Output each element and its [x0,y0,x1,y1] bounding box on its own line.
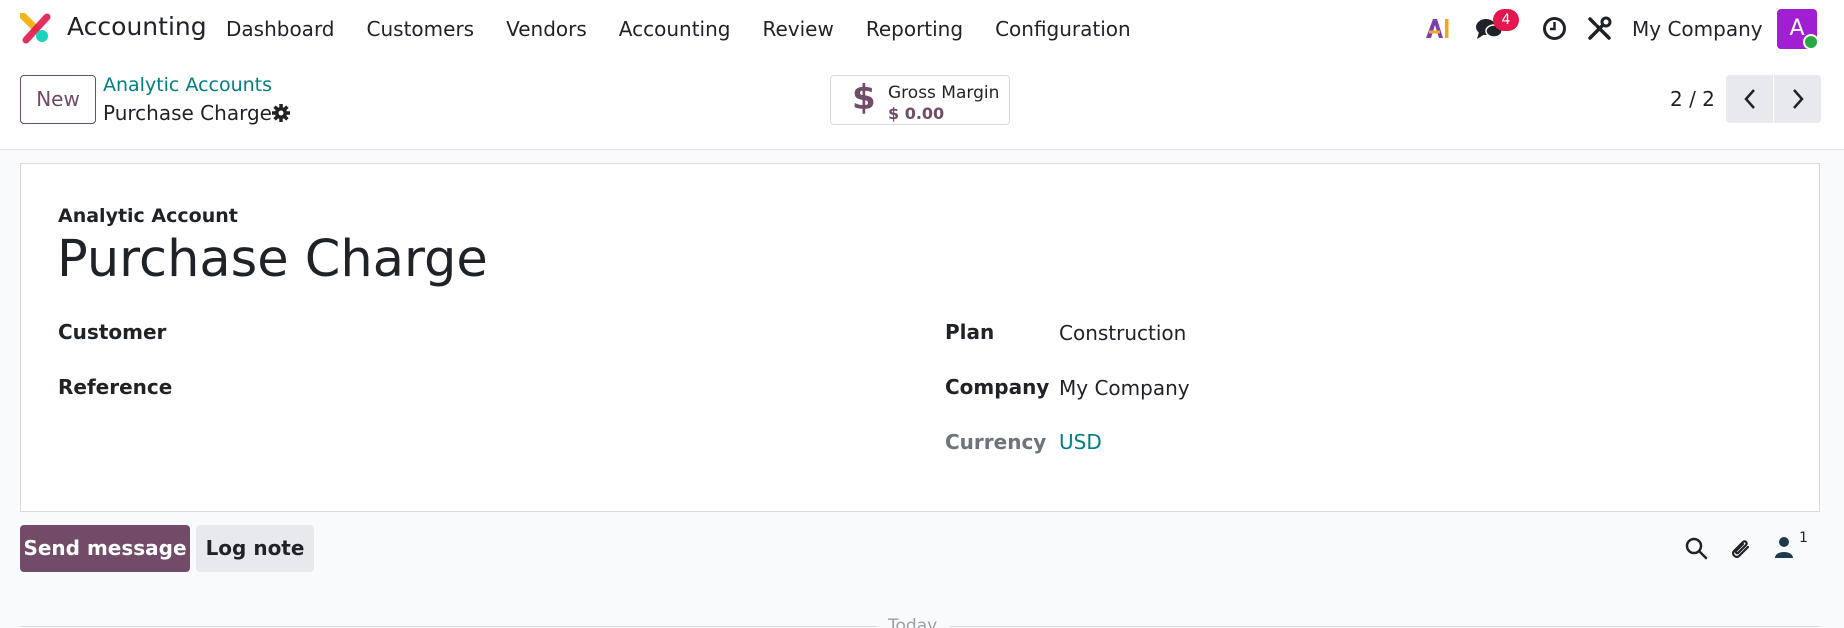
menu-dashboard[interactable]: Dashboard [226,17,335,41]
company-switcher[interactable]: My Company [1632,17,1763,41]
app-title[interactable]: Accounting [67,12,207,41]
company-field[interactable]: My Company [1059,376,1190,400]
pager-next-button[interactable] [1774,75,1821,123]
date-divider-label: Today [888,616,938,628]
plan-label: Plan [945,320,995,344]
menu-accounting[interactable]: Accounting [619,17,731,41]
dollar-icon: $ [852,78,876,118]
messages-badge: 4 [1493,9,1519,31]
debug-tools-icon[interactable] [1587,16,1612,41]
top-navbar: Accounting Dashboard Customers Vendors A… [0,0,1844,57]
form-top-label: Analytic Account [58,205,238,227]
send-message-button[interactable]: Send message [20,525,190,572]
breadcrumb-analytic-accounts[interactable]: Analytic Accounts [103,74,272,96]
company-label: Company [945,375,1050,399]
chevron-right-icon [1792,89,1804,109]
activity-clock-icon[interactable] [1542,16,1567,41]
plan-field[interactable]: Construction [1059,321,1186,345]
control-panel: New Analytic Accounts Purchase Charge $ … [0,57,1844,150]
date-divider-line-right [950,626,1820,627]
menu-reporting[interactable]: Reporting [866,17,963,41]
stat-value: $ 0.00 [888,104,945,123]
app-logo-icon[interactable] [20,13,51,44]
new-button[interactable]: New [20,75,96,124]
account-name-field[interactable]: Purchase Charge [57,230,488,289]
main-menu: Dashboard Customers Vendors Accounting R… [226,17,1163,41]
currency-field[interactable]: USD [1059,430,1102,454]
customer-label: Customer [58,320,167,344]
menu-configuration[interactable]: Configuration [995,17,1131,41]
customer-field[interactable] [171,320,871,346]
reference-label: Reference [58,375,173,399]
gear-icon[interactable] [271,103,291,123]
paperclip-icon[interactable] [1728,535,1753,561]
stat-label: Gross Margin [888,83,1000,103]
log-note-button[interactable]: Log note [196,525,314,572]
pager-previous-button[interactable] [1726,75,1773,123]
pager-value[interactable]: 2 / 2 [1670,87,1715,111]
reference-field[interactable] [171,375,871,401]
gross-margin-stat-button[interactable]: $ Gross Margin $ 0.00 [830,75,1010,125]
chevron-left-icon [1743,89,1755,109]
currency-label: Currency [945,430,1047,454]
followers-icon[interactable] [1774,536,1794,558]
menu-vendors[interactable]: Vendors [506,17,587,41]
search-icon[interactable] [1684,536,1708,560]
date-divider-line-left [20,626,878,627]
follower-count: 1 [1799,530,1808,546]
ai-icon[interactable] [1424,16,1450,40]
breadcrumb-current-record: Purchase Charge [103,101,272,125]
form-sheet: Analytic Account Purchase Charge Custome… [20,163,1820,512]
online-status-dot [1803,34,1819,50]
menu-customers[interactable]: Customers [367,17,475,41]
menu-review[interactable]: Review [762,17,833,41]
